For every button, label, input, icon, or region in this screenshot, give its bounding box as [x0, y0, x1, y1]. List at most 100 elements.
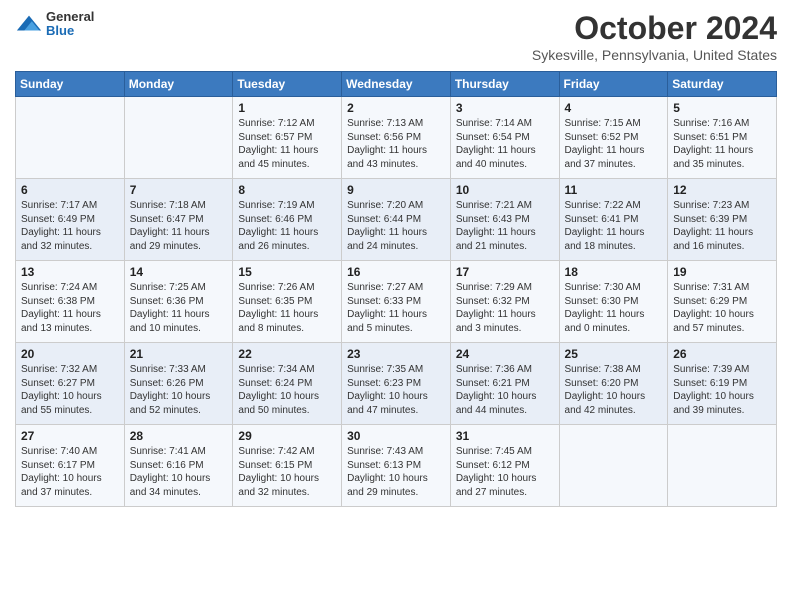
calendar-cell: 22Sunrise: 7:34 AM Sunset: 6:24 PM Dayli… — [233, 343, 342, 425]
calendar-week-row: 27 Sunrise: 7:40 AM Sunset: 6:17 PM Dayli… — [16, 425, 777, 507]
day-number: 12 — [673, 183, 771, 197]
logo-text: General Blue — [46, 10, 94, 39]
day-info: Sunrise: 7:31 AM Sunset: 6:29 PM Dayligh… — [673, 281, 771, 335]
day-info: Sunrise: 7:14 AM Sunset: 6:54 PM Dayligh… — [456, 117, 554, 171]
calendar-cell: 9Sunrise: 7:20 AM Sunset: 6:44 PM Daylig… — [342, 179, 451, 261]
day-info: Sunrise: 7:41 AM Sunset: 6:16 PM Dayligh… — [130, 445, 228, 499]
day-info: Sunrise: 7:42 AM Sunset: 6:15 PM Dayligh… — [238, 445, 336, 499]
day-number: 27 — [21, 429, 119, 443]
day-info: Sunrise: 7:39 AM Sunset: 6:19 PM Dayligh… — [673, 363, 771, 417]
day-number: 30 — [347, 429, 445, 443]
day-info: Sunrise: 7:43 AM Sunset: 6:13 PM Dayligh… — [347, 445, 445, 499]
day-number: 18 — [565, 265, 663, 279]
day-info: Sunrise: 7:16 AM Sunset: 6:51 PM Dayligh… — [673, 117, 771, 171]
day-number: 7 — [130, 183, 228, 197]
day-number: 2 — [347, 101, 445, 115]
logo-blue: Blue — [46, 24, 94, 38]
day-number: 11 — [565, 183, 663, 197]
calendar-cell — [559, 425, 668, 507]
calendar-cell: 2Sunrise: 7:13 AM Sunset: 6:56 PM Daylig… — [342, 97, 451, 179]
calendar-cell: 1 Sunrise: 7:12 AM Sunset: 6:57 PM Daylig… — [233, 97, 342, 179]
calendar-cell: 7 Sunrise: 7:18 AM Sunset: 6:47 PM Daylig… — [124, 179, 233, 261]
logo-icon — [15, 10, 43, 38]
logo: General Blue — [15, 10, 94, 39]
day-number: 26 — [673, 347, 771, 361]
day-info: Sunrise: 7:32 AM Sunset: 6:27 PM Dayligh… — [21, 363, 119, 417]
calendar-cell: 30 Sunrise: 7:43 AM Sunset: 6:13 PM Dayli… — [342, 425, 451, 507]
day-header-friday: Friday — [559, 72, 668, 97]
day-number: 13 — [21, 265, 119, 279]
day-info: Sunrise: 7:26 AM Sunset: 6:35 PM Dayligh… — [238, 281, 336, 335]
calendar-cell: 27 Sunrise: 7:40 AM Sunset: 6:17 PM Dayli… — [16, 425, 125, 507]
day-info: Sunrise: 7:36 AM Sunset: 6:21 PM Dayligh… — [456, 363, 554, 417]
calendar-week-row: 20 Sunrise: 7:32 AM Sunset: 6:27 PM Dayli… — [16, 343, 777, 425]
day-number: 28 — [130, 429, 228, 443]
calendar-cell: 29 Sunrise: 7:42 AM Sunset: 6:15 PM Dayli… — [233, 425, 342, 507]
day-number: 1 — [238, 101, 336, 115]
calendar-cell: 15Sunrise: 7:26 AM Sunset: 6:35 PM Dayli… — [233, 261, 342, 343]
calendar-cell: 3 Sunrise: 7:14 AM Sunset: 6:54 PM Daylig… — [450, 97, 559, 179]
day-number: 23 — [347, 347, 445, 361]
day-info: Sunrise: 7:17 AM Sunset: 6:49 PM Dayligh… — [21, 199, 119, 253]
day-info: Sunrise: 7:29 AM Sunset: 6:32 PM Dayligh… — [456, 281, 554, 335]
calendar-cell: 28 Sunrise: 7:41 AM Sunset: 6:16 PM Dayli… — [124, 425, 233, 507]
calendar-cell — [16, 97, 125, 179]
day-header-tuesday: Tuesday — [233, 72, 342, 97]
calendar-cell: 26 Sunrise: 7:39 AM Sunset: 6:19 PM Dayli… — [668, 343, 777, 425]
day-info: Sunrise: 7:38 AM Sunset: 6:20 PM Dayligh… — [565, 363, 663, 417]
day-number: 31 — [456, 429, 554, 443]
calendar-table: SundayMondayTuesdayWednesdayThursdayFrid… — [15, 71, 777, 507]
calendar-cell: 25 Sunrise: 7:38 AM Sunset: 6:20 PM Dayli… — [559, 343, 668, 425]
calendar-header-row: SundayMondayTuesdayWednesdayThursdayFrid… — [16, 72, 777, 97]
calendar-week-row: 6 Sunrise: 7:17 AM Sunset: 6:49 PM Daylig… — [16, 179, 777, 261]
location: Sykesville, Pennsylvania, United States — [532, 47, 777, 63]
calendar-cell: 13 Sunrise: 7:24 AM Sunset: 6:38 PM Dayli… — [16, 261, 125, 343]
day-info: Sunrise: 7:25 AM Sunset: 6:36 PM Dayligh… — [130, 281, 228, 335]
calendar-cell — [124, 97, 233, 179]
day-header-sunday: Sunday — [16, 72, 125, 97]
calendar-cell: 21Sunrise: 7:33 AM Sunset: 6:26 PM Dayli… — [124, 343, 233, 425]
calendar-cell: 17 Sunrise: 7:29 AM Sunset: 6:32 PM Dayli… — [450, 261, 559, 343]
day-number: 10 — [456, 183, 554, 197]
day-number: 19 — [673, 265, 771, 279]
day-number: 14 — [130, 265, 228, 279]
calendar-cell: 5 Sunrise: 7:16 AM Sunset: 6:51 PM Daylig… — [668, 97, 777, 179]
day-number: 16 — [347, 265, 445, 279]
day-info: Sunrise: 7:40 AM Sunset: 6:17 PM Dayligh… — [21, 445, 119, 499]
day-info: Sunrise: 7:34 AM Sunset: 6:24 PM Dayligh… — [238, 363, 336, 417]
day-number: 21 — [130, 347, 228, 361]
day-info: Sunrise: 7:35 AM Sunset: 6:23 PM Dayligh… — [347, 363, 445, 417]
day-info: Sunrise: 7:20 AM Sunset: 6:44 PM Dayligh… — [347, 199, 445, 253]
day-number: 8 — [238, 183, 336, 197]
day-number: 17 — [456, 265, 554, 279]
calendar-cell: 10Sunrise: 7:21 AM Sunset: 6:43 PM Dayli… — [450, 179, 559, 261]
day-info: Sunrise: 7:19 AM Sunset: 6:46 PM Dayligh… — [238, 199, 336, 253]
day-number: 3 — [456, 101, 554, 115]
calendar-cell: 4Sunrise: 7:15 AM Sunset: 6:52 PM Daylig… — [559, 97, 668, 179]
logo-general: General — [46, 10, 94, 24]
day-info: Sunrise: 7:18 AM Sunset: 6:47 PM Dayligh… — [130, 199, 228, 253]
calendar-cell: 6 Sunrise: 7:17 AM Sunset: 6:49 PM Daylig… — [16, 179, 125, 261]
day-info: Sunrise: 7:24 AM Sunset: 6:38 PM Dayligh… — [21, 281, 119, 335]
day-header-thursday: Thursday — [450, 72, 559, 97]
day-header-wednesday: Wednesday — [342, 72, 451, 97]
calendar-cell: 24 Sunrise: 7:36 AM Sunset: 6:21 PM Dayli… — [450, 343, 559, 425]
calendar-cell: 19 Sunrise: 7:31 AM Sunset: 6:29 PM Dayli… — [668, 261, 777, 343]
day-info: Sunrise: 7:27 AM Sunset: 6:33 PM Dayligh… — [347, 281, 445, 335]
day-number: 25 — [565, 347, 663, 361]
day-number: 29 — [238, 429, 336, 443]
day-number: 24 — [456, 347, 554, 361]
calendar-week-row: 1 Sunrise: 7:12 AM Sunset: 6:57 PM Daylig… — [16, 97, 777, 179]
calendar-cell: 14 Sunrise: 7:25 AM Sunset: 6:36 PM Dayli… — [124, 261, 233, 343]
day-info: Sunrise: 7:23 AM Sunset: 6:39 PM Dayligh… — [673, 199, 771, 253]
day-info: Sunrise: 7:12 AM Sunset: 6:57 PM Dayligh… — [238, 117, 336, 171]
day-number: 20 — [21, 347, 119, 361]
day-info: Sunrise: 7:45 AM Sunset: 6:12 PM Dayligh… — [456, 445, 554, 499]
day-number: 6 — [21, 183, 119, 197]
calendar-cell: 31 Sunrise: 7:45 AM Sunset: 6:12 PM Dayli… — [450, 425, 559, 507]
calendar-cell: 16 Sunrise: 7:27 AM Sunset: 6:33 PM Dayli… — [342, 261, 451, 343]
calendar-cell: 11 Sunrise: 7:22 AM Sunset: 6:41 PM Dayli… — [559, 179, 668, 261]
day-number: 5 — [673, 101, 771, 115]
day-info: Sunrise: 7:22 AM Sunset: 6:41 PM Dayligh… — [565, 199, 663, 253]
calendar-cell: 8 Sunrise: 7:19 AM Sunset: 6:46 PM Daylig… — [233, 179, 342, 261]
